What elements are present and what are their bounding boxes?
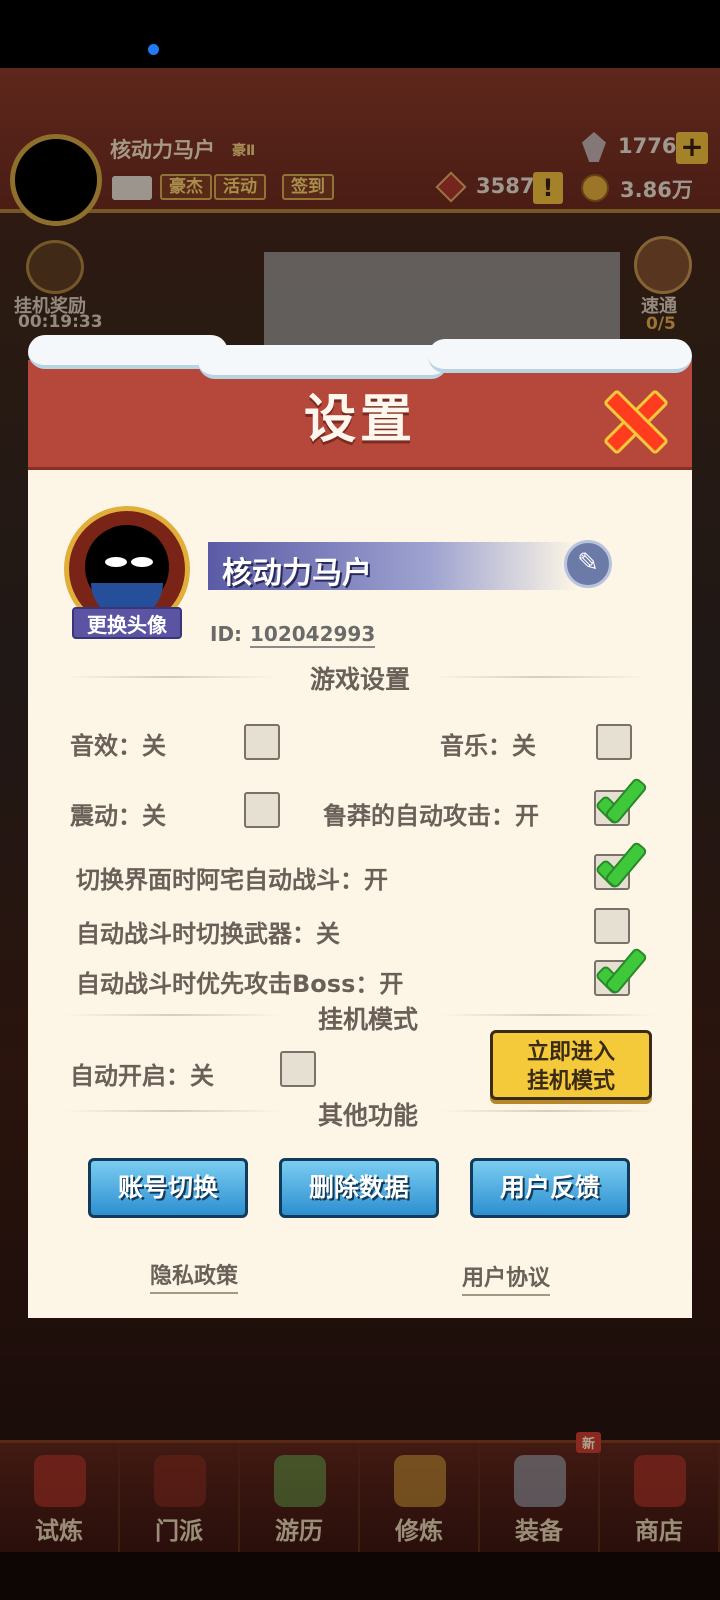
prioritize-boss-label: 自动战斗时优先攻击Boss：开: [76, 970, 404, 998]
prioritize-boss-checkbox[interactable]: [594, 960, 630, 996]
id-label: ID:: [210, 622, 243, 646]
switch-weapon-label: 自动战斗时切换武器：关: [76, 920, 340, 948]
profile-name: 核动力马户: [222, 556, 372, 591]
idle-auto-start-checkbox[interactable]: [280, 1051, 316, 1087]
edit-icon[interactable]: ✎: [564, 540, 612, 588]
id-value[interactable]: 102042993: [250, 622, 376, 648]
reckless-auto-attack-checkbox[interactable]: [594, 790, 630, 826]
notification-dot-icon: [148, 44, 159, 55]
enter-idle-line1: 立即进入: [526, 1040, 615, 1065]
ninja-eye-icon: [131, 557, 153, 567]
auto-battle-on-switch-label: 切换界面时阿宅自动战斗：开: [76, 866, 388, 894]
check-icon: [600, 842, 646, 876]
change-avatar-button[interactable]: 更换头像: [72, 607, 182, 639]
feedback-button[interactable]: 用户反馈: [470, 1158, 630, 1218]
vibration-label: 震动：关: [70, 802, 166, 830]
privacy-policy-link[interactable]: 隐私政策: [150, 1258, 239, 1294]
snow-decoration: [198, 345, 448, 379]
close-icon[interactable]: [602, 389, 662, 447]
name-field[interactable]: 核动力马户: [208, 542, 578, 591]
check-icon: [600, 948, 646, 982]
snow-decoration: [428, 339, 692, 373]
dialog-title: 设置: [303, 390, 416, 450]
switch-account-button[interactable]: 账号切换: [88, 1158, 248, 1218]
reckless-auto-attack-label: 鲁莽的自动攻击：开: [323, 802, 539, 830]
enter-idle-line2: 挂机模式: [526, 1069, 615, 1094]
auto-battle-on-switch-checkbox[interactable]: [594, 854, 630, 890]
vibration-checkbox[interactable]: [244, 792, 280, 828]
check-icon: [600, 778, 646, 812]
enter-idle-mode-button[interactable]: 立即进入 挂机模式: [490, 1030, 652, 1100]
user-agreement-link[interactable]: 用户协议: [462, 1260, 551, 1296]
idle-auto-start-label: 自动开启：关: [70, 1062, 214, 1090]
section-title-game-settings: 游戏设置: [309, 665, 410, 694]
section-title-other: 其他功能: [317, 1101, 418, 1130]
status-bar: [0, 0, 720, 68]
settings-dialog: 设置 更换头像 核动力马户 ✎ ID: 102042993 游戏设置 音效：关 …: [28, 335, 692, 1318]
switch-weapon-checkbox[interactable]: [594, 908, 630, 944]
ninja-eye-icon: [105, 557, 127, 567]
delete-data-button[interactable]: 删除数据: [279, 1158, 439, 1218]
dialog-body: 更换头像 核动力马户 ✎ ID: 102042993 游戏设置 音效：关 音乐：…: [28, 470, 692, 1318]
music-checkbox[interactable]: [596, 724, 632, 760]
sound-effects-label: 音效：关: [70, 732, 166, 760]
sound-effects-checkbox[interactable]: [244, 724, 280, 760]
music-label: 音乐：关: [440, 732, 536, 760]
